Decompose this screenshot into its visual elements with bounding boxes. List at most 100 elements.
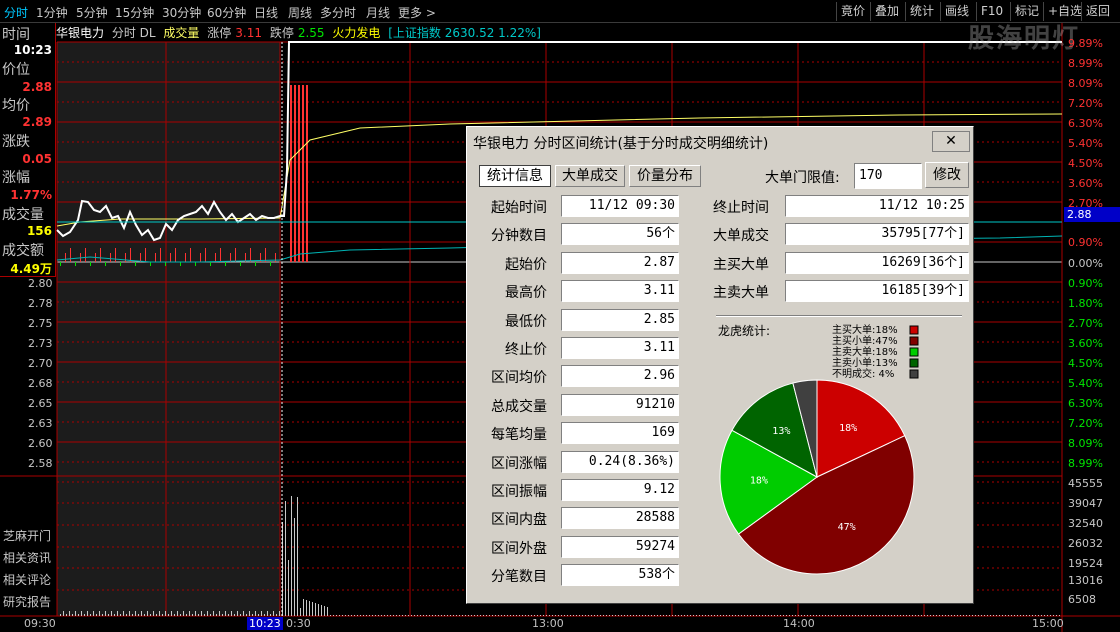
tab-price-volume[interactable]: 价量分布 bbox=[629, 165, 701, 187]
volume-bar bbox=[810, 615, 811, 616]
volume-bar bbox=[318, 604, 319, 616]
volume-bar bbox=[636, 615, 637, 616]
volume-bar bbox=[762, 615, 763, 616]
volume-bar bbox=[816, 615, 817, 616]
y-right-tick: 5.40% bbox=[1068, 137, 1103, 150]
avg-label: 均价 bbox=[2, 98, 30, 114]
dragon-tiger-pie-chart: 18% 47% 18% 13% 主买大单:18%主买小单:47%主卖大单:18%主卖小单… bbox=[719, 323, 919, 575]
volume-bar bbox=[516, 615, 517, 616]
vol-tick: 19524 bbox=[1068, 557, 1103, 570]
tab-monthly[interactable]: 月线 bbox=[366, 4, 390, 21]
y-right-tick: 1.80% bbox=[1068, 297, 1103, 310]
volume-bar bbox=[1026, 615, 1027, 616]
tab-statistics-info[interactable]: 统计信息 bbox=[479, 165, 551, 187]
volume-bar bbox=[921, 615, 922, 616]
amount-label: 成交额 bbox=[2, 243, 44, 259]
volume-bar bbox=[510, 615, 511, 616]
mini-volume-bar bbox=[205, 248, 206, 262]
tab-intraday[interactable]: 分时 bbox=[4, 4, 28, 21]
tab-60min[interactable]: 60分钟 bbox=[207, 4, 246, 21]
mini-volume-bar bbox=[250, 248, 251, 262]
mini-volume-bar bbox=[70, 248, 71, 262]
link-research[interactable]: 研究报告 bbox=[3, 593, 51, 610]
volume-bar bbox=[657, 615, 658, 616]
mini-volume-bar bbox=[270, 262, 271, 266]
volume-bar bbox=[270, 614, 271, 616]
tab-30min[interactable]: 30分钟 bbox=[162, 4, 201, 21]
tab-multi-intraday[interactable]: 多分时 bbox=[320, 4, 356, 21]
volume-bar bbox=[600, 615, 601, 616]
volume-bar bbox=[1056, 615, 1057, 616]
link-zhima[interactable]: 芝麻开门 bbox=[3, 527, 51, 544]
volume-bar bbox=[552, 615, 553, 616]
pie-slice-label: 47% bbox=[838, 522, 856, 533]
stat-label: 终止时间 bbox=[713, 200, 769, 216]
volume-bar bbox=[504, 615, 505, 616]
volume-bar bbox=[300, 608, 301, 616]
tab-15min[interactable]: 15分钟 bbox=[115, 4, 154, 21]
volume-bar bbox=[588, 615, 589, 616]
link-comments[interactable]: 相关评论 bbox=[3, 571, 51, 588]
volume-bar bbox=[714, 615, 715, 616]
index-info[interactable]: [上证指数 2630.52 1.22%] bbox=[388, 26, 541, 40]
volume-bar bbox=[732, 615, 733, 616]
volume-bar bbox=[1020, 615, 1021, 616]
tab-daily[interactable]: 日线 bbox=[254, 4, 278, 21]
volume-bar bbox=[315, 603, 316, 616]
volume-bar bbox=[879, 615, 880, 616]
tab-weekly[interactable]: 周线 bbox=[288, 4, 312, 21]
volume-bar bbox=[339, 615, 340, 616]
link-news[interactable]: 相关资讯 bbox=[3, 549, 51, 566]
y-tick: 2.70 bbox=[28, 357, 53, 370]
stat-value: 56个 bbox=[561, 223, 679, 246]
volume-bar bbox=[558, 615, 559, 616]
volume-bar bbox=[918, 615, 919, 616]
mini-volume-bar bbox=[195, 262, 196, 266]
volume-bar bbox=[192, 614, 193, 616]
volume-bar bbox=[363, 615, 364, 616]
tab-5min[interactable]: 5分钟 bbox=[76, 4, 108, 21]
overlay-button[interactable]: 叠加 bbox=[870, 2, 903, 21]
stat-label: 主卖大单 bbox=[713, 285, 769, 302]
volume-bar bbox=[840, 615, 841, 616]
y-right-tick: 3.60% bbox=[1068, 177, 1103, 190]
sector-name[interactable]: 火力发电 bbox=[332, 26, 380, 40]
volume-bar bbox=[99, 611, 100, 616]
close-button[interactable]: ✕ bbox=[932, 131, 970, 152]
vol-tick: 6508 bbox=[1068, 593, 1096, 606]
y-right-tick: 0.90% bbox=[1068, 277, 1103, 290]
volume-bar bbox=[507, 615, 508, 616]
volume-bar bbox=[579, 615, 580, 616]
volume-bar bbox=[285, 501, 286, 616]
tab-large-orders[interactable]: 大单成交 bbox=[555, 165, 625, 187]
volume-bar bbox=[669, 615, 670, 616]
back-button[interactable]: 返回 bbox=[1081, 2, 1114, 21]
volume-bar bbox=[948, 615, 949, 616]
watermark-logo: 股海明灯 bbox=[968, 24, 1081, 54]
threshold-input[interactable]: 170 bbox=[854, 163, 922, 189]
tab-1min[interactable]: 1分钟 bbox=[36, 4, 68, 21]
mini-volume-bar bbox=[85, 248, 86, 262]
modify-button[interactable]: 修改 bbox=[925, 162, 969, 188]
volume-bar bbox=[378, 615, 379, 616]
mini-volume-bar bbox=[298, 85, 300, 262]
volume-bar bbox=[246, 614, 247, 616]
volume-bar bbox=[420, 615, 421, 616]
tab-more[interactable]: 更多 > bbox=[398, 4, 436, 21]
volume-bar bbox=[591, 615, 592, 616]
volume-bar bbox=[843, 615, 844, 616]
auction-button[interactable]: 竟价 bbox=[836, 2, 869, 21]
mini-volume-bar bbox=[100, 248, 101, 262]
volume-bar bbox=[390, 615, 391, 616]
volume-bar bbox=[264, 614, 265, 616]
statistics-button[interactable]: 统计 bbox=[905, 2, 938, 21]
volume-bar bbox=[489, 615, 490, 616]
volume-bar bbox=[678, 615, 679, 616]
volume-bar bbox=[177, 611, 178, 616]
volume-bar bbox=[681, 615, 682, 616]
stat-value: 59274 bbox=[561, 535, 679, 558]
volume-bar bbox=[228, 614, 229, 616]
mini-volume-bar bbox=[302, 85, 304, 262]
y-tick: 2.73 bbox=[28, 337, 53, 350]
volume-bar bbox=[417, 615, 418, 616]
